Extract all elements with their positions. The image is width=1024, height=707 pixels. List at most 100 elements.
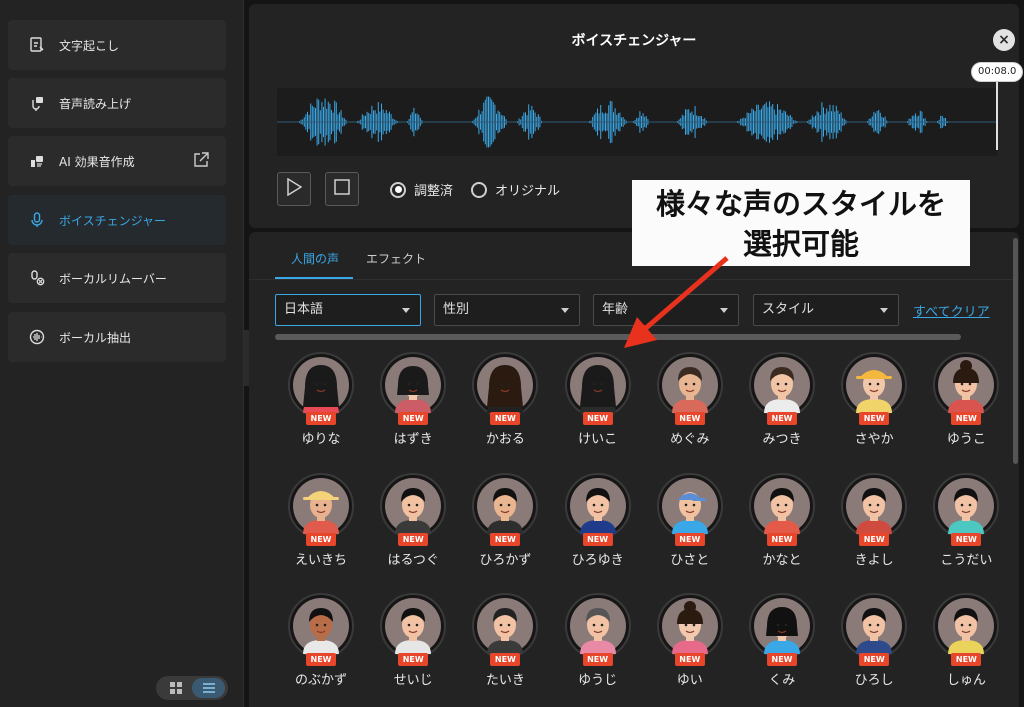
playhead[interactable]: [996, 82, 998, 150]
waveform[interactable]: [277, 88, 997, 156]
avatar[interactable]: [749, 472, 815, 539]
new-badge: NEW: [859, 653, 890, 666]
external-link-icon[interactable]: [192, 151, 210, 169]
avatar-illustration: [661, 357, 718, 413]
avatar[interactable]: [472, 593, 539, 659]
voice-card[interactable]: NEW めぐみ: [644, 352, 736, 452]
avatar[interactable]: [380, 352, 447, 418]
dropdown-value: スタイル: [762, 302, 815, 317]
voice-card[interactable]: NEW きよし: [828, 472, 920, 573]
avatar[interactable]: [656, 352, 723, 418]
clear-all-link[interactable]: すべてクリア: [913, 301, 1019, 320]
avatar[interactable]: [656, 472, 723, 539]
list-view-icon[interactable]: [192, 678, 225, 698]
avatar[interactable]: [288, 352, 354, 418]
radio-adjusted[interactable]: 調整済: [390, 180, 453, 199]
avatar[interactable]: [288, 472, 354, 539]
sidebar-item-text-to-speech[interactable]: 音声読み上げ: [8, 78, 226, 128]
sidebar-item-vocal-remover[interactable]: ボーカルリムーバー: [8, 253, 226, 303]
voice-card[interactable]: NEW ゆうじ: [552, 593, 644, 693]
new-badge: NEW: [951, 653, 982, 666]
avatar[interactable]: [288, 593, 354, 659]
gender-dropdown[interactable]: 性別: [434, 294, 580, 326]
new-badge: NEW: [490, 532, 521, 546]
avatar[interactable]: [749, 593, 815, 659]
voice-card[interactable]: NEW ゆりな: [275, 352, 367, 452]
voice-card[interactable]: NEW ひろかず: [459, 472, 551, 573]
annotation-line: 選択可能: [742, 227, 859, 261]
voice-name: けいこ: [578, 432, 618, 447]
voice-name: ゆうじ: [578, 673, 618, 688]
new-badge: NEW: [767, 532, 797, 546]
age-dropdown[interactable]: 年齢: [593, 294, 739, 326]
new-badge: NEW: [674, 412, 705, 425]
chevron-down-icon: [720, 308, 728, 313]
voice-card[interactable]: NEW たいき: [459, 593, 551, 693]
avatar-illustration: [754, 477, 810, 534]
avatar[interactable]: [472, 472, 539, 539]
stop-button[interactable]: [325, 172, 359, 206]
voice-card[interactable]: NEW くみ: [736, 593, 828, 693]
language-dropdown[interactable]: 日本語: [275, 294, 421, 326]
avatar[interactable]: [472, 352, 539, 418]
view-toggle: [156, 676, 228, 700]
avatar-illustration: [569, 477, 626, 534]
vertical-scrollbar[interactable]: [1013, 238, 1018, 464]
voice-card[interactable]: NEW はずき: [367, 352, 459, 452]
avatar[interactable]: [564, 472, 631, 539]
play-button[interactable]: [277, 172, 311, 206]
voice-card[interactable]: NEW ひろし: [828, 593, 920, 693]
avatar[interactable]: [933, 593, 1000, 659]
avatar[interactable]: [933, 352, 1000, 418]
voice-card[interactable]: NEW ゆうこ: [920, 352, 1012, 452]
voice-card[interactable]: NEW しゅん: [920, 593, 1012, 693]
voice-card[interactable]: NEW はるつぐ: [367, 472, 459, 573]
close-icon[interactable]: ×: [993, 29, 1015, 51]
avatar-illustration: [293, 598, 349, 654]
radio-original[interactable]: オリジナル: [471, 180, 560, 199]
voice-card[interactable]: NEW ひろゆき: [552, 472, 644, 573]
grid-view-icon[interactable]: [159, 678, 192, 698]
voice-card[interactable]: NEW ゆい: [644, 593, 736, 693]
voice-card[interactable]: NEW こうだい: [920, 472, 1012, 573]
voice-card[interactable]: NEW かなと: [736, 472, 828, 573]
new-badge: NEW: [767, 653, 797, 666]
voice-selection-panel: 人間の声 エフェクト 日本語 性別 年齢 スタイル すべてクリア NEW ゆりな…: [249, 232, 1019, 707]
avatar[interactable]: [933, 472, 1000, 539]
new-badge: NEW: [306, 653, 336, 666]
avatar[interactable]: [380, 472, 447, 539]
voice-name: かなと: [762, 552, 802, 568]
radio-button[interactable]: [471, 181, 487, 198]
sidebar-item-vocal-extract[interactable]: ボーカル抽出: [8, 312, 226, 362]
avatar[interactable]: [564, 593, 631, 659]
voice-card[interactable]: NEW せいじ: [367, 593, 459, 693]
voice-name: こうだい: [940, 552, 993, 568]
sidebar-item-transcribe[interactable]: 文字起こし: [8, 20, 226, 70]
avatar[interactable]: [656, 593, 723, 659]
voice-card[interactable]: NEW さやか: [828, 352, 920, 452]
horizontal-scrollbar[interactable]: [275, 334, 961, 340]
sidebar-item-ai-sound-effect[interactable]: AI 効果音作成: [8, 136, 226, 186]
avatar[interactable]: [841, 352, 908, 418]
avatar[interactable]: [841, 593, 908, 659]
radio-button[interactable]: [390, 181, 406, 198]
voice-name: ゆりな: [301, 432, 341, 447]
avatar[interactable]: [564, 352, 631, 418]
voice-card[interactable]: NEW かおる: [459, 352, 551, 452]
voice-card[interactable]: NEW ひさと: [644, 472, 736, 573]
tab-human-voice[interactable]: 人間の声: [291, 250, 339, 267]
avatar[interactable]: [380, 593, 447, 659]
avatar[interactable]: [749, 352, 815, 418]
voice-name: くみ: [768, 673, 796, 688]
voice-card[interactable]: NEW けいこ: [552, 352, 644, 452]
radio-label: 調整済: [414, 184, 454, 199]
new-badge: NEW: [951, 412, 982, 425]
sidebar-item-voice-changer[interactable]: ボイスチェンジャー: [8, 195, 226, 245]
ai-sound-effect-icon: [28, 152, 46, 170]
avatar[interactable]: [841, 472, 908, 539]
style-dropdown[interactable]: スタイル: [753, 294, 899, 326]
voice-card[interactable]: NEW のぶかず: [275, 593, 367, 693]
tab-effect[interactable]: エフェクト: [366, 250, 426, 267]
voice-card[interactable]: NEW みつき: [736, 352, 828, 452]
voice-card[interactable]: NEW えいきち: [275, 472, 367, 573]
